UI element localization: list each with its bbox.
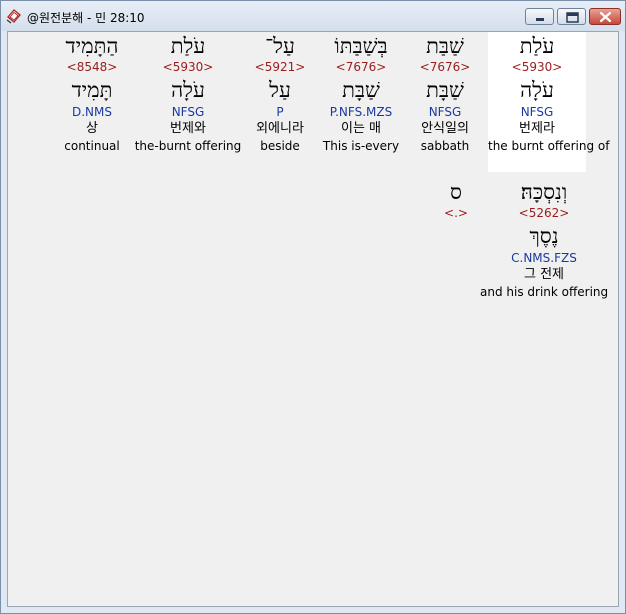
hebrew-surface: עַל־ xyxy=(265,34,295,58)
word-cell[interactable]: עֹלַת <5930> עֹלָה NFSG 번제라 the burnt of… xyxy=(488,32,610,172)
title-bar[interactable]: @원전분해 - 민 28:10 xyxy=(1,1,625,31)
hebrew-lemma: שַׁבָּת xyxy=(426,78,464,102)
strong-number[interactable]: <7676> xyxy=(396,60,494,74)
english-gloss: sabbath xyxy=(420,139,470,153)
korean-gloss: 상 xyxy=(86,121,98,136)
strong-number[interactable]: <.> xyxy=(428,206,484,220)
parsing-code: NFSG xyxy=(428,105,462,119)
word-cell[interactable]: עַל־ <5921> עַל P 외에니라 beside xyxy=(231,32,329,154)
app-window: @원전분해 - 민 28:10 עֹלַת <5930> עֹלָה NFSG … xyxy=(0,0,626,614)
word-cell[interactable]: שַׁבַּת <7676> שַׁבָּת NFSG 안식일의 sabbath xyxy=(396,32,494,154)
maximize-button[interactable] xyxy=(557,8,586,25)
strong-number[interactable]: <5262> xyxy=(480,206,608,220)
strong-number[interactable]: <5930> xyxy=(134,60,242,74)
hebrew-surface: וְנִסְכָּהּ׃ xyxy=(520,180,568,204)
korean-gloss: 안식일의 xyxy=(421,121,469,136)
english-gloss: continual xyxy=(64,139,120,153)
word-cell[interactable]: וְנִסְכָּהּ׃ <5262> נֶסֶךְ C.NMS.FZS 그 전… xyxy=(480,178,608,300)
close-icon xyxy=(599,11,612,23)
strong-number[interactable]: <8548> xyxy=(44,60,140,74)
english-gloss: beside xyxy=(260,139,300,153)
english-gloss: the burnt offering of xyxy=(488,139,610,153)
word-cell[interactable]: עֹלַת <5930> עֹלָה NFSG 번제와 the-burnt of… xyxy=(134,32,242,154)
korean-gloss: 번제와 xyxy=(170,121,206,136)
hebrew-lemma: נֶסֶךְ xyxy=(529,224,559,248)
window-title: @원전분해 - 민 28:10 xyxy=(27,11,145,25)
hebrew-surface: הַתָּמִיד xyxy=(65,34,119,58)
word-cell[interactable]: הַתָּמִיד <8548> תָּמִיד D.NMS 상 continu… xyxy=(44,32,140,154)
parsing-code: P xyxy=(276,105,284,119)
korean-gloss: 그 전제 xyxy=(523,267,564,282)
hebrew-lemma: עֹלָה xyxy=(520,78,554,102)
hebrew-surface: עֹלַת xyxy=(519,34,555,58)
korean-gloss: 외에니라 xyxy=(256,121,304,136)
strong-number[interactable]: <5921> xyxy=(231,60,329,74)
hebrew-surface: עֹלַת xyxy=(170,34,206,58)
english-gloss: and his drink offering xyxy=(480,285,609,299)
hebrew-lemma: עֹלָה xyxy=(171,78,205,102)
close-button[interactable] xyxy=(589,8,621,25)
minimize-button[interactable] xyxy=(525,8,554,25)
parsing-code: D.NMS xyxy=(71,105,112,119)
hebrew-lemma: תָּמִיד xyxy=(71,78,113,102)
minimize-icon xyxy=(536,18,544,21)
word-cell[interactable]: ס <.> xyxy=(428,178,484,220)
korean-gloss: 번제라 xyxy=(519,121,555,136)
hebrew-lemma: עַל xyxy=(269,78,291,102)
hebrew-surface: שַׁבַּת xyxy=(426,34,464,58)
maximize-icon xyxy=(566,12,579,23)
bible-book-icon[interactable] xyxy=(6,8,22,24)
english-gloss: the-burnt offering xyxy=(134,139,242,153)
parsing-code: NFSG xyxy=(171,105,205,119)
strong-number[interactable]: <5930> xyxy=(488,60,586,74)
hebrew-surface: ס xyxy=(450,180,462,204)
parsing-code: NFSG xyxy=(520,105,554,119)
parsing-code: C.NMS.FZS xyxy=(511,251,577,265)
word-analysis-panel: עֹלַת <5930> עֹלָה NFSG 번제라 the burnt of… xyxy=(7,31,619,607)
